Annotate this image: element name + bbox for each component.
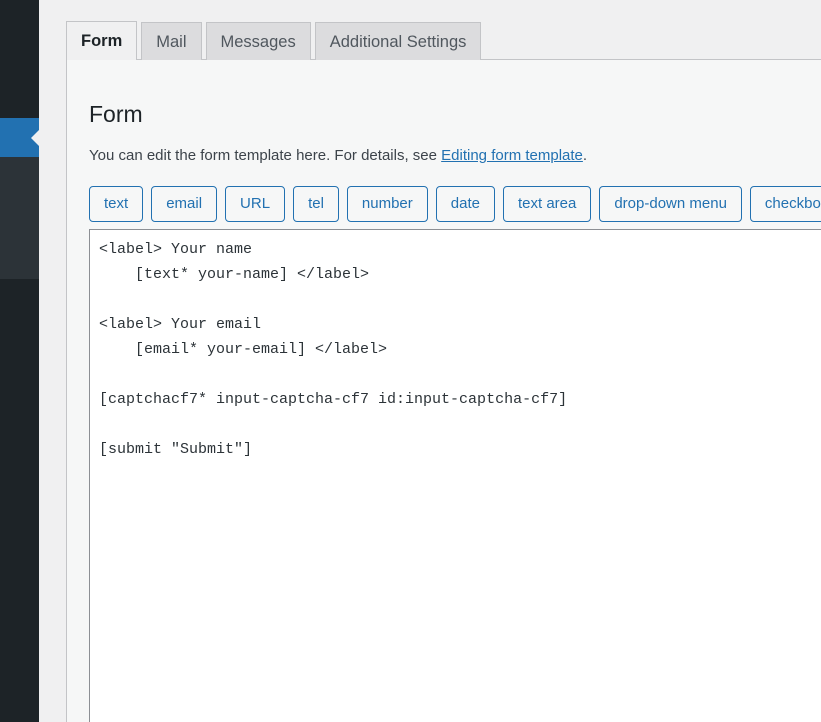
admin-sidebar — [0, 0, 40, 722]
tab-form[interactable]: Form — [66, 21, 138, 63]
tag-button-url[interactable]: URL — [225, 186, 286, 222]
tag-button-drop-down-menu[interactable]: drop-down menu — [599, 186, 742, 222]
tag-button-checkboxes[interactable]: checkboxes — [749, 186, 821, 222]
tag-button-tel[interactable]: tel — [293, 186, 339, 222]
tab-messages[interactable]: Messages — [205, 22, 311, 62]
tag-button-text-area[interactable]: text area — [502, 186, 592, 222]
tag-generator-button-list: text email URL tel number date text area… — [89, 186, 821, 222]
tab-mail[interactable]: Mail — [141, 22, 202, 62]
page-title: Form — [89, 101, 143, 127]
tag-button-email[interactable]: email — [151, 186, 218, 222]
tag-button-number[interactable]: number — [346, 186, 428, 222]
form-template-textarea[interactable]: <label> Your name [text* your-name] </la… — [89, 229, 821, 722]
panel-description-text-after: . — [582, 147, 588, 164]
admin-page: Form Mail Messages Additional Settings F… — [0, 0, 821, 722]
panel-description-text-before: You can edit the form template here. For… — [89, 147, 442, 164]
editing-form-template-link[interactable]: Editing form template — [441, 147, 583, 164]
tag-button-date[interactable]: date — [435, 186, 495, 222]
panel-description: You can edit the form template here. For… — [89, 146, 821, 166]
page-wrap: Form Mail Messages Additional Settings F… — [39, 0, 821, 722]
editor-tabs: Form Mail Messages Additional Settings — [66, 0, 821, 63]
tag-button-text[interactable]: text — [89, 186, 144, 222]
sidebar-submenu-open[interactable] — [0, 157, 39, 279]
form-editor-panel: Form You can edit the form template here… — [66, 60, 821, 722]
sidebar-item-contact-form[interactable] — [0, 118, 40, 157]
tab-additional-settings[interactable]: Additional Settings — [314, 22, 482, 62]
form-template-editor-wrap: <label> Your name [text* your-name] </la… — [89, 229, 821, 722]
